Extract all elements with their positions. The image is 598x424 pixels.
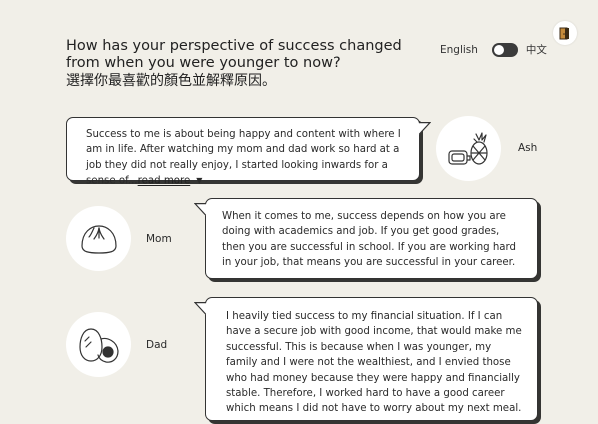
question-heading: How has your perspective of success chan… bbox=[66, 38, 406, 90]
response-text-ash: Success to me is about being happy and c… bbox=[86, 129, 401, 187]
language-switch[interactable] bbox=[491, 42, 518, 57]
respondent-name-dad: Dad bbox=[146, 339, 168, 351]
response-bubble-ash: Success to me is about being happy and c… bbox=[66, 117, 431, 187]
avatar-dad bbox=[66, 312, 131, 377]
language-option-chinese[interactable]: 中文 bbox=[526, 42, 547, 57]
respondent-name-mom: Mom bbox=[146, 233, 172, 245]
language-switch-knob bbox=[493, 44, 504, 55]
question-english: How has your perspective of success chan… bbox=[66, 38, 402, 71]
response-bubble-dad: I heavily tied success to my financial s… bbox=[194, 297, 538, 421]
door-logo-icon bbox=[559, 27, 569, 39]
bubble-tail-right bbox=[419, 122, 431, 135]
pineapple-and-battery-icon bbox=[447, 131, 488, 165]
response-text-dad: I heavily tied success to my financial s… bbox=[226, 311, 522, 415]
language-toggle: English 中文 bbox=[440, 42, 547, 57]
response-bubble-mom: When it comes to me, success depends on … bbox=[194, 198, 538, 279]
avatar-ash bbox=[436, 116, 501, 181]
question-chinese: 選擇你最喜歡的顏色並解釋原因。 bbox=[66, 73, 276, 89]
read-more-link[interactable]: read more bbox=[138, 176, 191, 187]
logo-button[interactable] bbox=[553, 21, 577, 45]
egg-icon bbox=[78, 327, 119, 363]
bubble-tail-left bbox=[194, 203, 206, 216]
bubble-tail-left bbox=[194, 302, 206, 315]
respondent-name-ash: Ash bbox=[518, 142, 538, 154]
caret-down-icon[interactable]: ▼ bbox=[196, 173, 202, 188]
steamed-bun-icon bbox=[80, 224, 117, 254]
language-option-english[interactable]: English bbox=[440, 44, 478, 56]
avatar-mom bbox=[66, 206, 131, 271]
response-text-mom: When it comes to me, success depends on … bbox=[222, 211, 517, 269]
